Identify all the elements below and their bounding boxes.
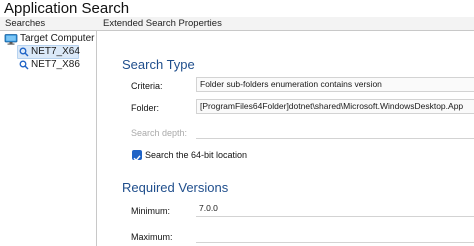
tree-item-net7-x64[interactable]: NET7_X64 [17,45,80,59]
search-icon [19,47,29,57]
folder-field[interactable]: [ProgramFiles64Folder]dotnet\shared\Micr… [196,99,474,114]
tree-item-net7-x86[interactable]: NET7_X86 [18,59,80,71]
tree-label-net7-x86: NET7_X86 [31,59,80,70]
folder-label: Folder: [131,103,160,113]
tree-label-net7-x64: NET7_X64 [31,46,80,57]
search-depth-label: Search depth: [131,128,188,138]
maximum-label: Maximum: [131,232,173,242]
criteria-label: Criteria: [131,81,163,91]
search-depth-field[interactable] [196,124,474,139]
criteria-field[interactable]: Folder sub-folders enumeration contains … [196,77,474,92]
minimum-label: Minimum: [131,206,171,216]
minimum-field[interactable]: 7.0.0 [196,202,474,217]
search-64bit-label[interactable]: Search the 64-bit location [145,150,247,160]
computer-icon [4,34,18,45]
properties-header: Extended Search Properties [97,17,474,31]
checkmark-icon [133,155,141,162]
maximum-field[interactable] [196,228,474,243]
tree-label-target-computer: Target Computer [20,33,95,44]
window-title: Application Search [4,0,130,17]
search-icon [19,60,29,70]
required-versions-heading: Required Versions [122,180,229,195]
search-64bit-checkbox[interactable] [132,150,142,162]
searches-header: Searches [0,17,97,31]
search-type-heading: Search Type [122,57,195,72]
